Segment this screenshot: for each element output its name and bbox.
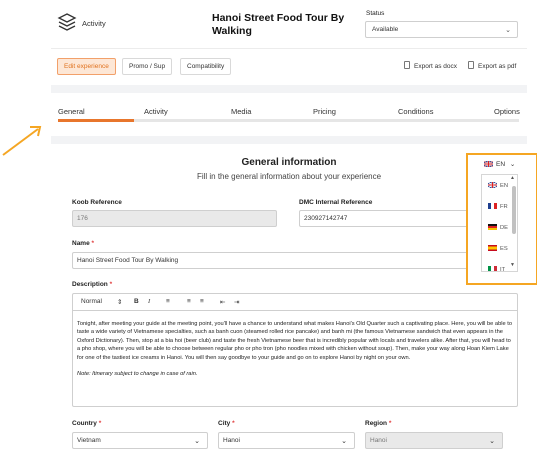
required-mark: * bbox=[98, 420, 102, 427]
language-option-en[interactable]: EN bbox=[488, 182, 508, 189]
koob-reference-field: 176 bbox=[72, 210, 277, 227]
tab-options[interactable]: Options bbox=[494, 107, 520, 116]
chevron-down-icon: ⌄ bbox=[489, 438, 495, 445]
status-label: Status bbox=[366, 10, 385, 17]
bold-button[interactable]: B bbox=[134, 298, 139, 305]
city-label-text: City bbox=[218, 420, 231, 427]
bullet-list-icon[interactable]: ≡ bbox=[200, 298, 204, 305]
uk-flag-icon bbox=[484, 161, 493, 167]
language-option-label: DE bbox=[500, 225, 509, 231]
description-label-text: Description bbox=[72, 281, 108, 288]
tab-pricing[interactable]: Pricing bbox=[313, 107, 336, 116]
chevron-down-icon: ⌄ bbox=[341, 438, 347, 445]
region-select: Hanoi ⌄ bbox=[365, 432, 503, 449]
france-flag-icon bbox=[488, 203, 497, 209]
region-label-text: Region bbox=[365, 420, 388, 427]
koob-reference-label: Koob Reference bbox=[72, 199, 122, 206]
scroll-up-icon[interactable]: ▲ bbox=[510, 175, 515, 181]
promo-sup-button[interactable]: Promo / Sup bbox=[122, 58, 173, 75]
itinerary-note: Note: Itinerary subject to change in cas… bbox=[77, 371, 198, 378]
tab-general[interactable]: General bbox=[58, 107, 85, 116]
language-current: EN bbox=[496, 161, 506, 168]
tab-active-indicator bbox=[58, 119, 134, 122]
language-option-de[interactable]: DE bbox=[488, 224, 508, 231]
name-label-text: Name bbox=[72, 240, 90, 247]
outdent-icon[interactable]: ⇤ bbox=[220, 298, 225, 306]
city-value: Hanoi bbox=[223, 437, 240, 444]
country-value: Vietnam bbox=[77, 437, 101, 444]
required-mark: * bbox=[91, 240, 95, 247]
status-select[interactable]: Available ⌄ bbox=[365, 21, 518, 38]
description-label: Description * bbox=[72, 281, 112, 288]
annotation-arrow-icon bbox=[2, 126, 42, 156]
header-divider bbox=[51, 48, 527, 49]
export-docx-label: Export as docx bbox=[414, 63, 457, 70]
chevron-down-icon: ⌄ bbox=[509, 161, 516, 168]
language-option-fr[interactable]: FR bbox=[488, 203, 508, 210]
city-label: City * bbox=[218, 420, 235, 427]
city-select[interactable]: Hanoi ⌄ bbox=[218, 432, 355, 449]
section-spacer bbox=[51, 85, 527, 93]
language-option-label: FR bbox=[500, 204, 508, 210]
compatibility-button[interactable]: Compatibility bbox=[180, 58, 232, 75]
description-editor[interactable]: Normal ⇕ B I ≡ ≡ ≡ ⇤ ⇥ Tonight, after me… bbox=[72, 293, 518, 407]
language-option-es[interactable]: ES bbox=[488, 245, 508, 252]
tab-activity[interactable]: Activity bbox=[144, 107, 168, 116]
scrollbar-thumb[interactable] bbox=[512, 186, 516, 234]
required-mark: * bbox=[388, 420, 392, 427]
format-select-arrows-icon[interactable]: ⇕ bbox=[117, 298, 122, 306]
format-select[interactable]: Normal bbox=[81, 298, 102, 305]
italic-button[interactable]: I bbox=[148, 298, 150, 305]
section-spacer bbox=[51, 136, 527, 144]
required-mark: * bbox=[232, 420, 235, 427]
region-label: Region * bbox=[365, 420, 391, 427]
description-text: Tonight, after meeting your guide at the… bbox=[77, 321, 512, 361]
required-mark: * bbox=[109, 281, 113, 288]
page-title: Hanoi Street Food Tour By Walking bbox=[212, 12, 345, 37]
country-select[interactable]: Vietnam ⌄ bbox=[72, 432, 208, 449]
chevron-down-icon: ⌄ bbox=[505, 27, 511, 34]
spain-flag-icon bbox=[488, 245, 497, 251]
tab-conditions[interactable]: Conditions bbox=[398, 107, 433, 116]
edit-experience-button[interactable]: Edit experience bbox=[57, 58, 116, 75]
name-label: Name * bbox=[72, 240, 94, 247]
scroll-down-icon[interactable]: ▼ bbox=[510, 262, 515, 268]
ordered-list-icon[interactable]: ≡ bbox=[187, 298, 191, 305]
tab-media[interactable]: Media bbox=[231, 107, 251, 116]
language-option-label: ES bbox=[500, 246, 508, 252]
country-label-text: Country bbox=[72, 420, 97, 427]
language-option-label: EN bbox=[500, 183, 509, 189]
activity-layers-icon bbox=[57, 13, 77, 31]
language-select-button[interactable]: EN ⌄ bbox=[484, 160, 515, 168]
general-info-subtitle: Fill in the general information about yo… bbox=[196, 172, 382, 181]
export-docx-button[interactable]: Export as docx bbox=[404, 61, 457, 70]
section-label: Activity bbox=[82, 19, 106, 28]
name-input[interactable]: Hanoi Street Food Tour By Walking bbox=[72, 252, 477, 269]
export-pdf-label: Export as pdf bbox=[478, 63, 517, 70]
language-option-label: IT bbox=[500, 267, 506, 272]
germany-flag-icon bbox=[488, 224, 497, 230]
chevron-down-icon: ⌄ bbox=[194, 438, 200, 445]
document-icon bbox=[468, 61, 474, 69]
indent-icon[interactable]: ⇥ bbox=[234, 298, 239, 306]
export-pdf-button[interactable]: Export as pdf bbox=[468, 61, 516, 70]
document-icon bbox=[404, 61, 410, 69]
align-left-icon[interactable]: ≡ bbox=[166, 298, 170, 305]
region-value: Hanoi bbox=[370, 437, 387, 444]
dmc-reference-label: DMC Internal Reference bbox=[299, 199, 373, 206]
italy-flag-icon bbox=[488, 266, 497, 271]
country-label: Country * bbox=[72, 420, 101, 427]
language-option-it[interactable]: IT bbox=[488, 266, 506, 272]
dmc-reference-input[interactable]: 230927142747 bbox=[299, 210, 474, 227]
editor-toolbar: Normal ⇕ B I ≡ ≡ ≡ ⇤ ⇥ bbox=[73, 294, 517, 311]
editor-content[interactable]: Tonight, after meeting your guide at the… bbox=[77, 320, 513, 378]
general-info-title: General information bbox=[241, 157, 337, 168]
status-value: Available bbox=[372, 26, 399, 33]
uk-flag-icon bbox=[488, 182, 497, 188]
